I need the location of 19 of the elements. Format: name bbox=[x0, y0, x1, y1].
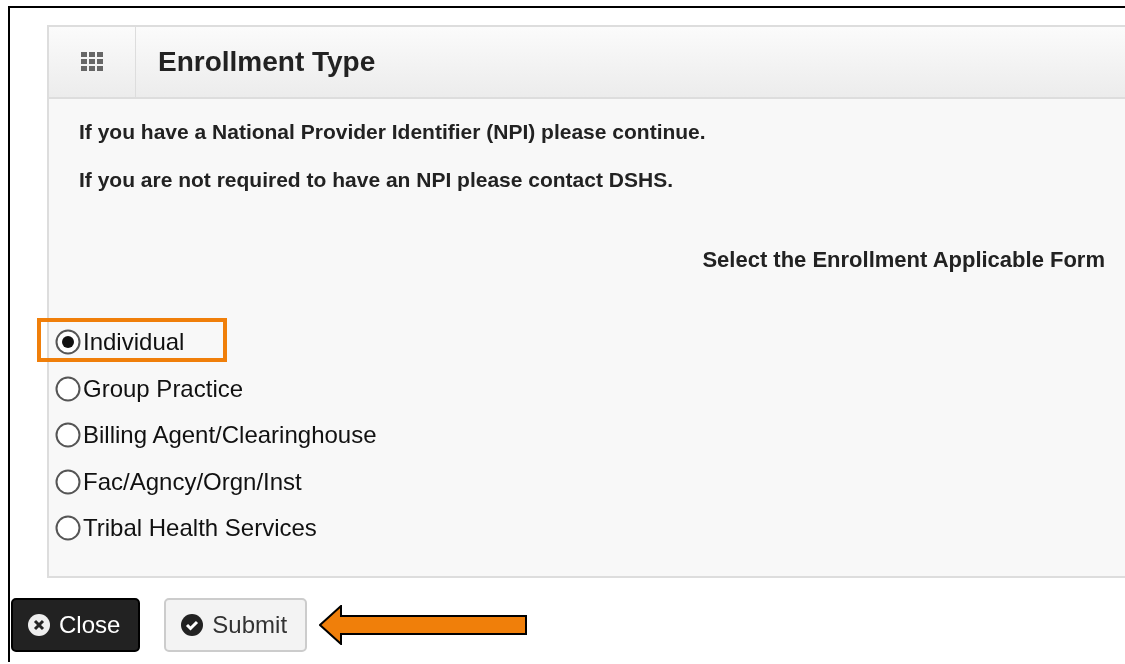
check-icon bbox=[180, 613, 205, 637]
radio-option[interactable]: Individual bbox=[55, 319, 185, 366]
instruction-text: If you have a National Provider Identifier (NPI) please continue. bbox=[79, 119, 707, 145]
close-icon bbox=[27, 613, 51, 637]
radio-option[interactable]: Tribal Health Services bbox=[55, 505, 317, 552]
close-button[interactable]: Close bbox=[11, 598, 141, 652]
radio-button[interactable] bbox=[55, 515, 81, 542]
radio-button[interactable] bbox=[55, 375, 81, 402]
instruction-text: If you are not required to have an NPI please contact DSHS. bbox=[79, 167, 674, 193]
radio-option[interactable]: Fac/Agncy/Orgn/Inst bbox=[55, 458, 302, 505]
grid-icon bbox=[81, 52, 103, 72]
radio-button[interactable] bbox=[55, 329, 81, 356]
form-prompt: Select the Enrollment Applicable Form bbox=[701, 247, 1105, 273]
radio-button[interactable] bbox=[55, 422, 81, 449]
radio-option[interactable]: Group Practice bbox=[55, 365, 244, 412]
radio-button[interactable] bbox=[55, 468, 81, 495]
panel-title: Enrollment Type bbox=[157, 46, 376, 78]
radio-option[interactable]: Billing Agent/Clearinghouse bbox=[55, 412, 377, 459]
submit-button[interactable]: Submit bbox=[164, 598, 308, 652]
